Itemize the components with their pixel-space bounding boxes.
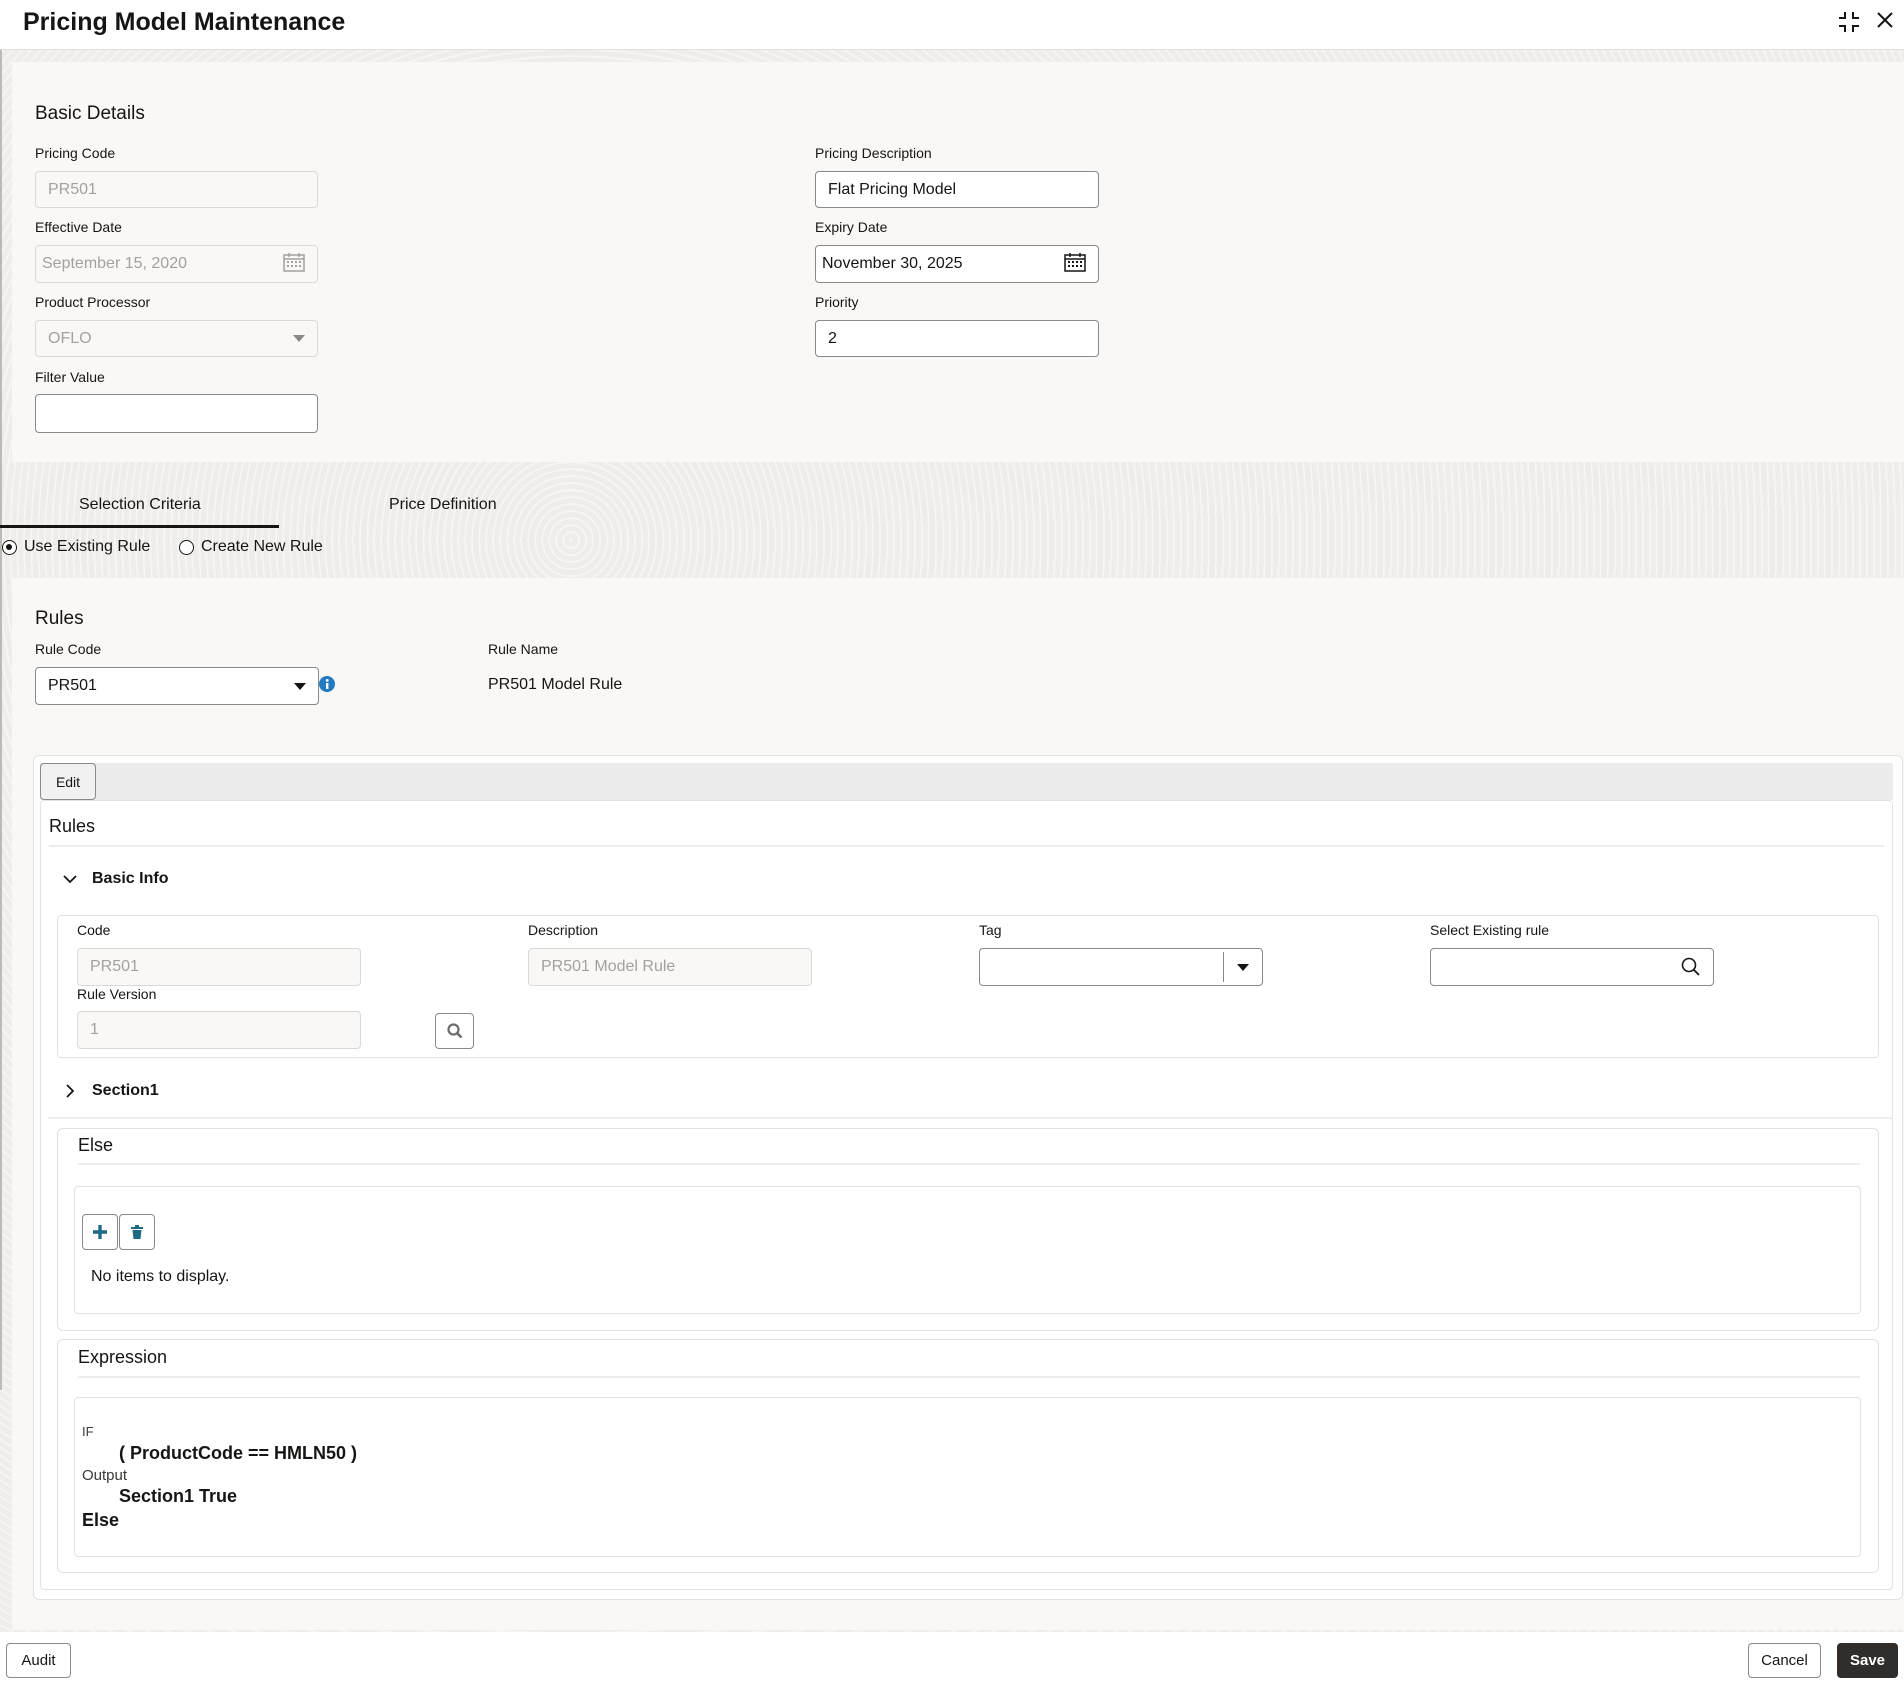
- select-existing-rule-label: Select Existing rule: [1430, 922, 1550, 938]
- code-input[interactable]: PR501: [77, 948, 361, 986]
- rule-editor-toolbar: [40, 763, 1893, 800]
- chevron-down-icon: [1237, 963, 1249, 971]
- active-tab-indicator: [0, 525, 279, 528]
- pricing-code-input[interactable]: PR501: [35, 171, 318, 208]
- rule-name-label: Rule Name: [488, 641, 559, 657]
- chevron-down-icon: [63, 875, 77, 884]
- divider: [48, 1117, 1893, 1119]
- output-value: Section1 True: [119, 1486, 238, 1506]
- chevron-down-icon: [294, 682, 306, 690]
- priority-input[interactable]: 2: [815, 320, 1099, 357]
- save-button[interactable]: Save: [1837, 1643, 1898, 1678]
- rule-version-label: Rule Version: [77, 986, 157, 1002]
- audit-button[interactable]: Audit: [6, 1643, 71, 1678]
- description-label: Description: [528, 922, 599, 938]
- tab-selection-criteria[interactable]: Selection Criteria: [79, 496, 201, 514]
- divider: [49, 845, 1884, 847]
- search-icon: [446, 1023, 462, 1039]
- rule-name-value: PR501 Model Rule: [488, 676, 623, 693]
- chevron-right-icon: [66, 1084, 75, 1098]
- info-icon[interactable]: [319, 676, 335, 692]
- tab-price-definition[interactable]: Price Definition: [389, 496, 497, 514]
- page-title: Pricing Model Maintenance: [23, 8, 346, 36]
- radio-create-new-rule[interactable]: Create New Rule: [179, 538, 323, 556]
- trash-icon: [131, 1225, 143, 1239]
- divider: [78, 1163, 1860, 1165]
- close-icon[interactable]: [1872, 10, 1898, 36]
- delete-button[interactable]: [119, 1214, 155, 1250]
- product-processor-label: Product Processor: [35, 294, 151, 310]
- rule-version-input[interactable]: 1: [77, 1011, 361, 1049]
- basic-info-header[interactable]: Basic Info: [62, 870, 168, 888]
- search-icon[interactable]: [1681, 957, 1701, 977]
- filter-value-input[interactable]: [35, 394, 318, 433]
- else-title: Else: [78, 1135, 114, 1155]
- radio-use-existing-rule[interactable]: Use Existing Rule: [2, 538, 150, 556]
- rules-editor-title: Rules: [49, 816, 96, 836]
- else-items-box: [74, 1186, 1861, 1314]
- expiry-date-label: Expiry Date: [815, 219, 888, 235]
- window-header: Pricing Model Maintenance: [0, 0, 1904, 50]
- tag-select[interactable]: [979, 948, 1263, 986]
- expression-title: Expression: [78, 1347, 168, 1367]
- output-label: Output: [82, 1467, 128, 1484]
- section1-header[interactable]: Section1: [62, 1082, 159, 1100]
- filter-value-label: Filter Value: [35, 369, 105, 385]
- basic-details-heading: Basic Details: [35, 103, 145, 124]
- select-existing-rule-input[interactable]: [1430, 948, 1714, 986]
- rule-code-select[interactable]: PR501: [35, 667, 319, 705]
- description-input[interactable]: PR501 Model Rule: [528, 948, 812, 986]
- rule-code-label: Rule Code: [35, 641, 102, 657]
- condition-text: ( ProductCode == HMLN50 ): [119, 1443, 358, 1463]
- pricing-description-input[interactable]: Flat Pricing Model: [815, 171, 1099, 208]
- tag-dropdown-toggle[interactable]: [1224, 963, 1262, 971]
- code-label: Code: [77, 922, 111, 938]
- calendar-icon[interactable]: [1064, 252, 1086, 277]
- footer-bar: [0, 1632, 1904, 1684]
- radio-unselected-icon: [179, 539, 194, 555]
- plus-icon: [93, 1225, 107, 1239]
- product-processor-select[interactable]: OFLO: [35, 320, 318, 357]
- radio-selected-icon: [2, 539, 17, 555]
- effective-date-label: Effective Date: [35, 219, 122, 235]
- calendar-icon[interactable]: [283, 252, 305, 277]
- tag-label: Tag: [979, 922, 1002, 938]
- edit-button[interactable]: Edit: [40, 763, 96, 800]
- pricing-code-label: Pricing Code: [35, 145, 116, 161]
- rules-heading: Rules: [35, 608, 84, 629]
- expiry-date-input[interactable]: November 30, 2025: [815, 245, 1099, 283]
- else-label: Else: [82, 1510, 120, 1530]
- expression-box: [74, 1397, 1861, 1557]
- empty-state-text: No items to display.: [91, 1268, 230, 1285]
- collapse-icon[interactable]: [1836, 10, 1862, 36]
- cancel-button[interactable]: Cancel: [1748, 1643, 1821, 1678]
- if-label: IF: [82, 1424, 94, 1439]
- priority-label: Priority: [815, 294, 859, 310]
- add-button[interactable]: [82, 1214, 118, 1250]
- pricing-description-label: Pricing Description: [815, 145, 932, 161]
- effective-date-input[interactable]: September 15, 2020: [35, 245, 318, 283]
- left-edge: [0, 50, 2, 1390]
- rule-version-search-button[interactable]: [435, 1013, 474, 1049]
- divider: [78, 1376, 1860, 1378]
- chevron-down-icon: [293, 335, 305, 342]
